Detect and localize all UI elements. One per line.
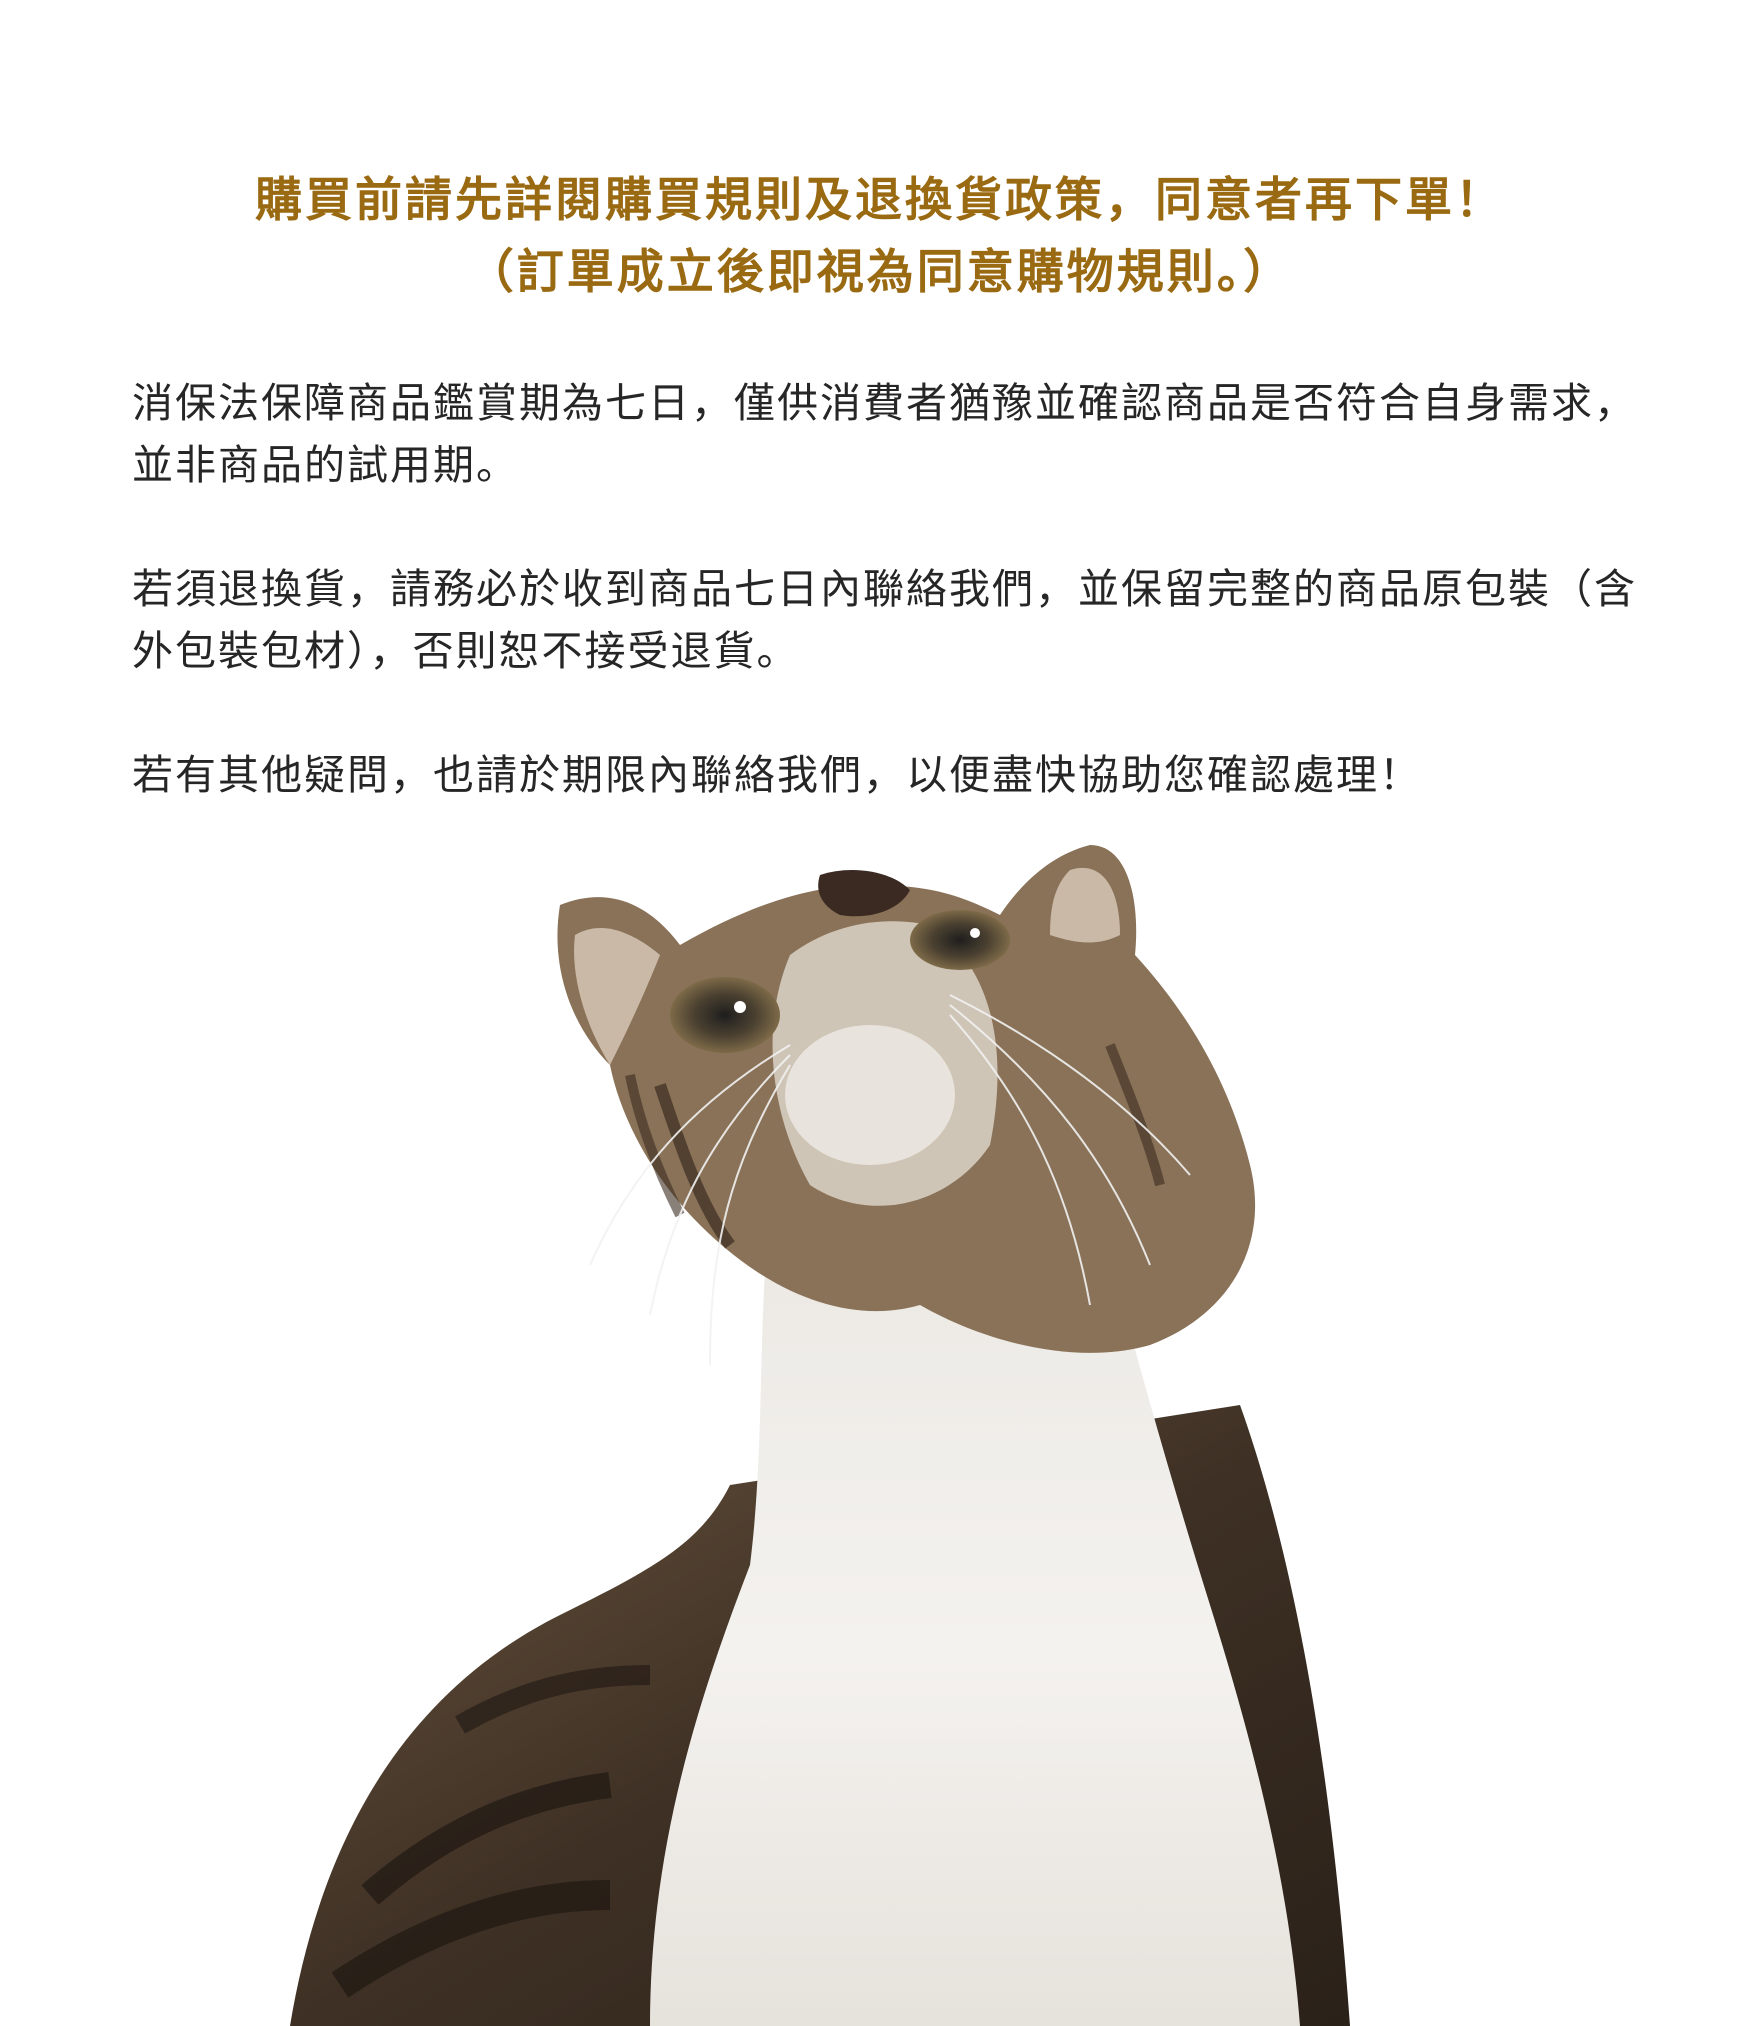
- paragraph-appreciation-period: 消保法保障商品鑑賞期為七日，僅供消費者猶豫並確認商品是否符合自身需求， 並非商品…: [132, 379, 1637, 489]
- policy-headline: 購買前請先詳閱購買規則及退換貨政策，同意者再下單！ （訂單成立後即視為同意購物規…: [0, 165, 1760, 309]
- headline-line-1: 購買前請先詳閱購買規則及退換貨政策，同意者再下單！: [255, 173, 1505, 228]
- paragraph-contact-us: 若有其他疑問，也請於期限內聯絡我們，以便盡快協助您確認處理！: [132, 751, 1422, 799]
- policy-body: 消保法保障商品鑑賞期為七日，僅供消費者猶豫並確認商品是否符合自身需求， 並非商品…: [132, 372, 1652, 868]
- cat-photo: [290, 845, 1350, 2026]
- return-policy-notice: 購買前請先詳閱購買規則及退換貨政策，同意者再下單！ （訂單成立後即視為同意購物規…: [0, 0, 1760, 2026]
- paragraph-return-procedure: 若須退換貨，請務必於收到商品七日內聯絡我們，並保留完整的商品原包裝（含 外包裝包…: [132, 565, 1637, 675]
- headline-line-2: （訂單成立後即視為同意購物規則。）: [466, 245, 1294, 300]
